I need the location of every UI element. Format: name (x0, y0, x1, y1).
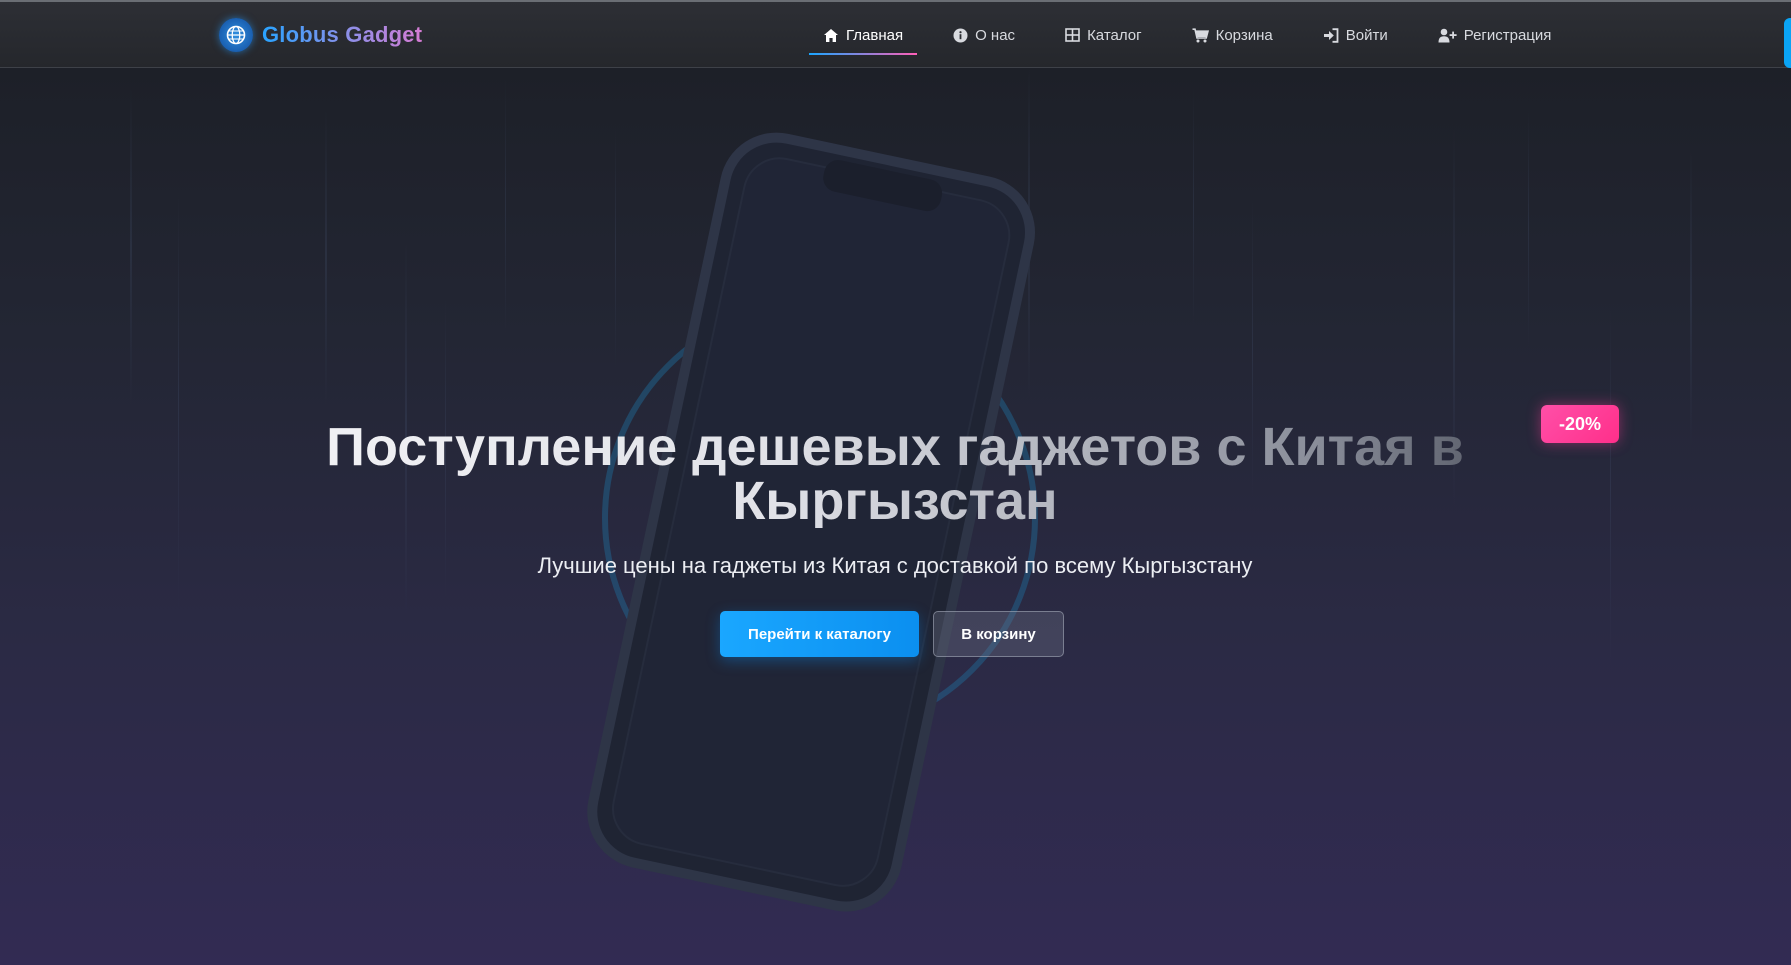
brand-logo-link[interactable]: Globus Gadget (219, 17, 422, 53)
nav-item-login[interactable]: Войти (1309, 15, 1402, 55)
brand-name: Globus Gadget (262, 22, 423, 47)
nav-item-label: Корзина (1215, 26, 1273, 44)
grid-icon (1065, 28, 1080, 42)
sign-in-icon (1323, 27, 1339, 43)
info-icon (953, 28, 968, 42)
nav-menu: Главная О нас Каталог Корзина Войти Реги… (809, 2, 1587, 68)
nav-item-label: Регистрация (1463, 26, 1552, 44)
user-plus-icon (1438, 28, 1457, 42)
nav-item-register[interactable]: Регистрация (1424, 15, 1566, 55)
nav-item-label: Главная (846, 26, 904, 44)
hero-section: Поступление дешевых гаджетов с Китая в К… (0, 68, 1791, 965)
nav-item-cart[interactable]: Корзина (1178, 15, 1287, 55)
home-icon (824, 28, 838, 42)
nav-item-about[interactable]: О нас (939, 15, 1029, 55)
nav-item-label: Каталог (1087, 26, 1142, 44)
nav-item-label: О нас (975, 26, 1016, 44)
side-panel-toggle[interactable] (1784, 18, 1791, 68)
go-to-cart-button[interactable]: В корзину (933, 611, 1064, 657)
go-to-catalog-button[interactable]: Перейти к каталогу (720, 611, 919, 657)
window-top-border (0, 0, 1791, 2)
nav-item-catalog[interactable]: Каталог (1051, 15, 1156, 55)
navbar: Globus Gadget Главная О нас Каталог Корз… (0, 2, 1791, 68)
discount-badge: -20% (1541, 405, 1619, 443)
nav-item-label: Войти (1345, 26, 1388, 44)
nav-item-home[interactable]: Главная (809, 15, 918, 55)
cart-icon (1192, 27, 1209, 42)
hero-subtitle: Лучшие цены на гаджеты из Китая с достав… (537, 553, 1253, 578)
hero-title: Поступление дешевых гаджетов с Китая в К… (295, 420, 1495, 528)
globe-icon (219, 18, 253, 52)
